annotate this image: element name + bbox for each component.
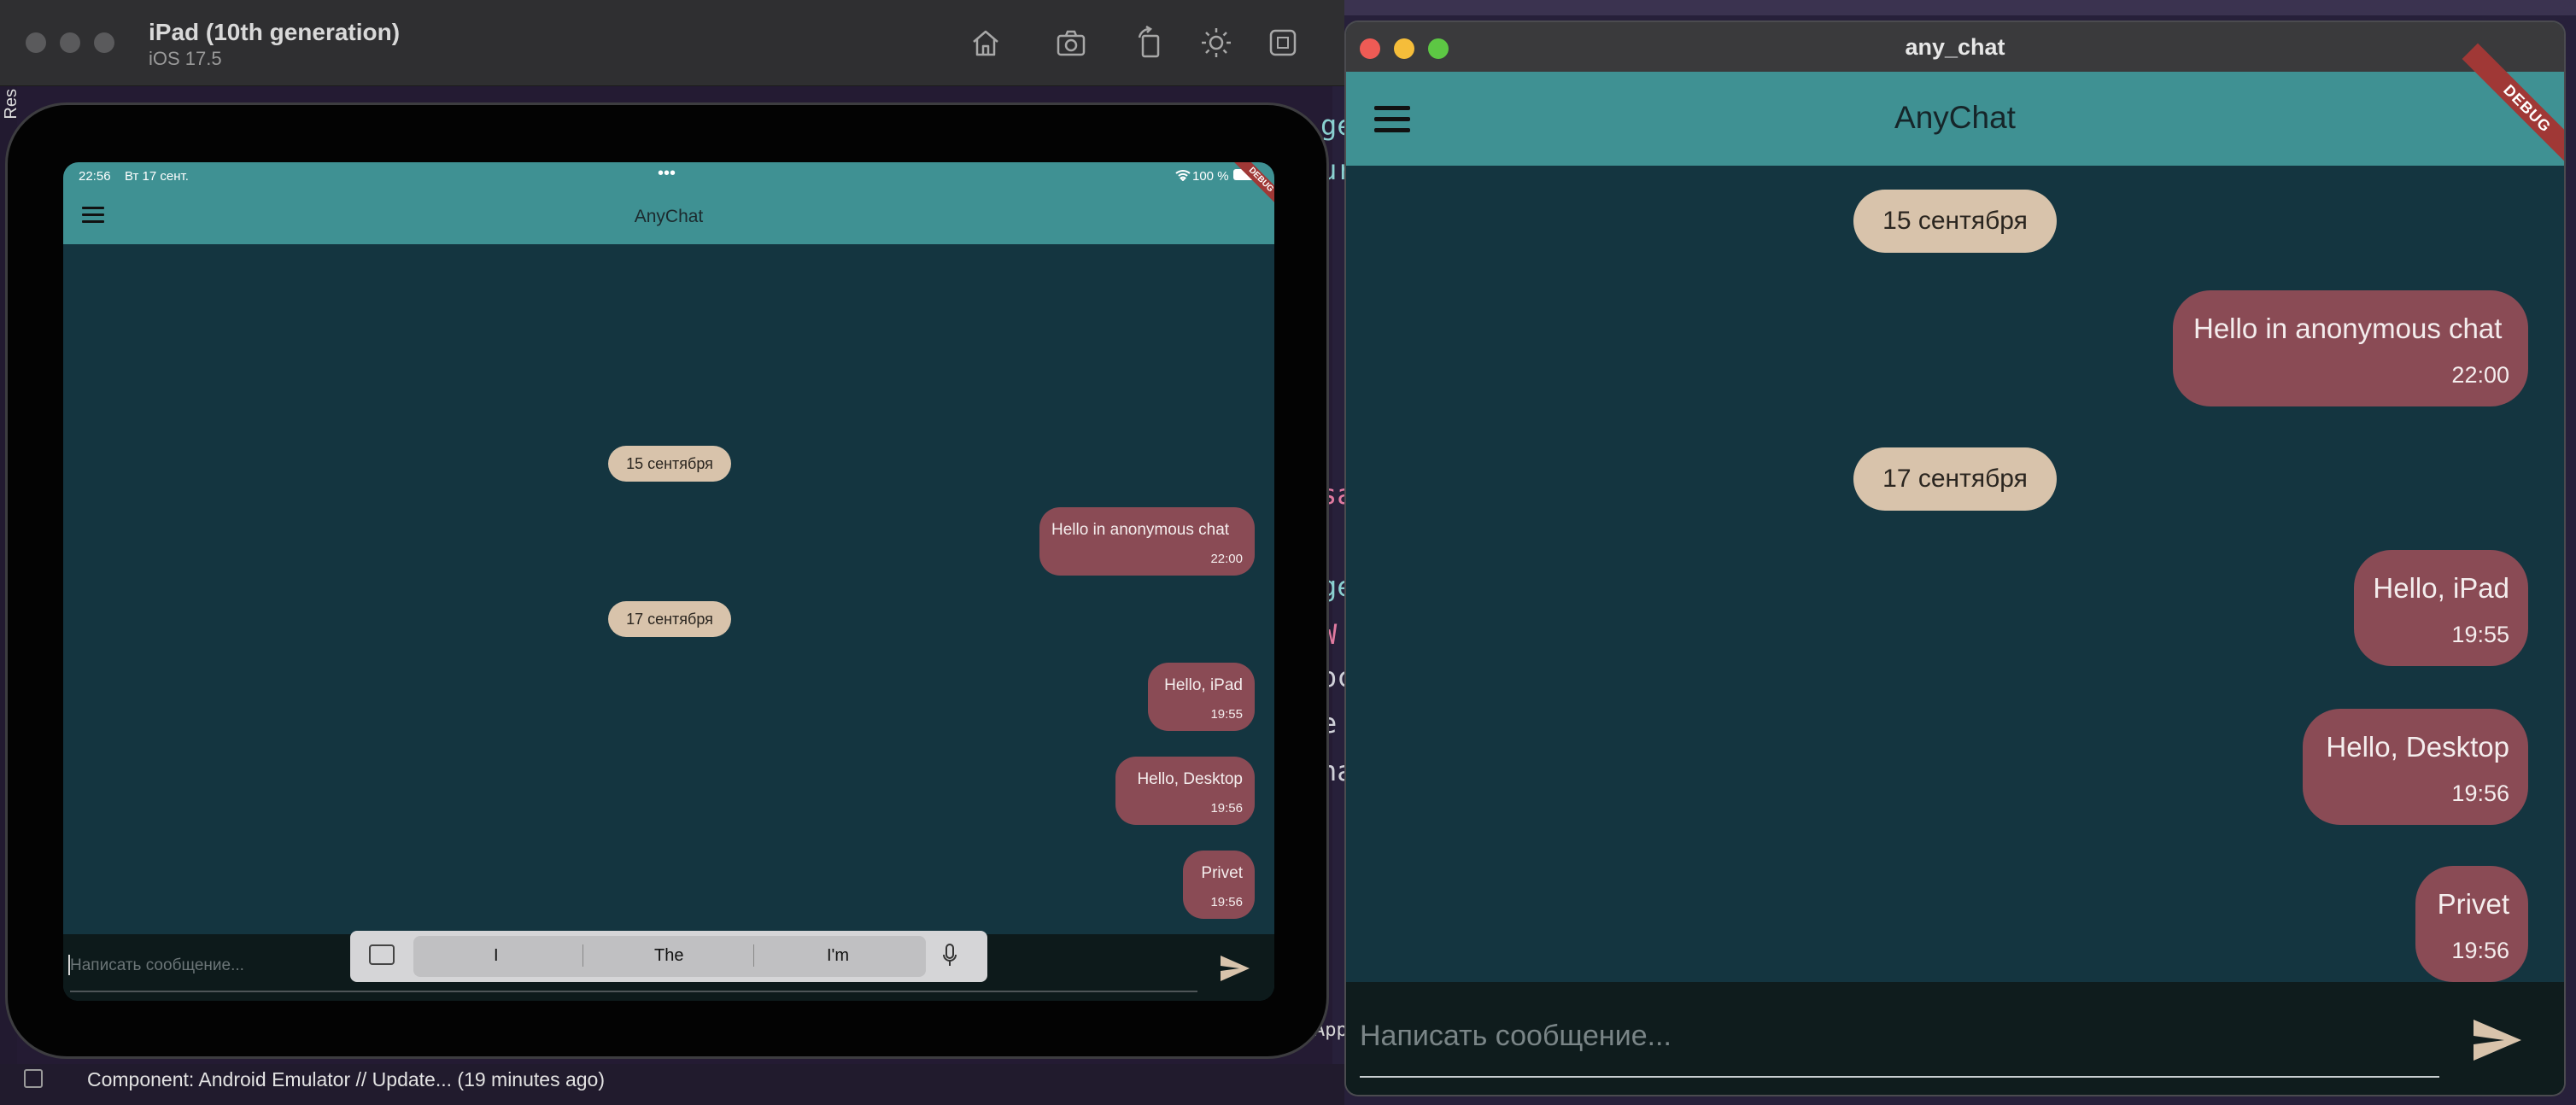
window-titlebar: any_chat	[1346, 22, 2564, 72]
input-underline	[1360, 1076, 2439, 1078]
simulator-device-name: iPad (10th generation)	[149, 19, 401, 45]
message-bubble: Hello, Desktop 19:56	[2303, 709, 2528, 825]
window-zoom-button[interactable]	[94, 32, 114, 53]
message-time: 22:00	[2451, 362, 2509, 388]
screenshot-icon[interactable]	[1054, 26, 1088, 60]
message-time: 19:55	[2451, 622, 2509, 647]
date-chip: 15 сентября	[1853, 190, 2057, 253]
rotate-icon[interactable]	[1133, 25, 1167, 60]
message-time: 19:56	[2451, 938, 2509, 963]
message-bubble: Privet 19:56	[2415, 866, 2528, 982]
battery-percent: 100 %	[1192, 169, 1229, 184]
send-icon[interactable]	[1218, 951, 1252, 985]
simulator-os-version: iOS 17.5	[149, 48, 222, 69]
date-chip: 17 сентября	[1853, 447, 2057, 511]
panel-toggle-icon[interactable]	[24, 1069, 43, 1088]
message-text: Hello, iPad	[2373, 572, 2509, 604]
keyboard-icon[interactable]	[369, 944, 395, 965]
status-date: Вт 17 сент.	[125, 169, 189, 184]
app-title: AnyChat	[1894, 100, 2016, 135]
suggestion-word[interactable]: The	[654, 946, 683, 966]
suggestion-word[interactable]: I'm	[827, 946, 849, 966]
suggestion-word[interactable]: I	[494, 946, 499, 966]
window-minimize-button[interactable]	[60, 32, 80, 53]
home-icon[interactable]	[969, 26, 1003, 60]
keyboard-shortcut-icon[interactable]	[1266, 26, 1300, 60]
microphone-icon[interactable]	[943, 943, 957, 968]
date-chip: 17 сентября	[608, 601, 731, 637]
window-title: any_chat	[1905, 34, 2005, 60]
message-bubble: Hello in anonymous chat 22:00	[2173, 290, 2528, 406]
window-close-button[interactable]	[26, 32, 46, 53]
ipad-screen: 22:56 Вт 17 сент. ••• 100 % AnyChat DEBU…	[63, 162, 1274, 1001]
message-time: 19:56	[2451, 781, 2509, 806]
appearance-icon[interactable]	[1199, 26, 1233, 60]
message-input-bar: Написать сообщение...	[1346, 982, 2564, 1095]
message-text: Hello, Desktop	[1137, 770, 1243, 788]
message-bubble: Hello, Desktop 19:56	[1115, 757, 1255, 825]
send-icon[interactable]	[2470, 1013, 2525, 1067]
message-time: 19:55	[1210, 707, 1243, 722]
message-bubble: Hello, iPad 19:55	[1148, 663, 1255, 731]
message-time: 19:56	[1210, 895, 1243, 909]
message-text: Hello, iPad	[1164, 676, 1243, 694]
wifi-icon	[1175, 169, 1191, 184]
date-chip: 15 сентября	[608, 446, 731, 482]
status-text: Component: Android Emulator // Update...…	[87, 1068, 605, 1090]
ide-top-strip	[1332, 0, 2576, 15]
multitask-dots[interactable]: •••	[658, 164, 676, 184]
ipad-app-bar: 22:56 Вт 17 сент. ••• 100 % AnyChat DEBU…	[63, 162, 1274, 244]
ide-left-label: Res	[2, 89, 20, 120]
message-input[interactable]: Написать сообщение...	[1360, 1020, 1671, 1053]
keyboard-suggestion-bar: I The I'm	[350, 931, 987, 982]
message-time: 22:00	[1210, 552, 1243, 566]
desktop-app-window: any_chat AnyChat DEBUG 15 сентября Hello…	[1346, 22, 2564, 1095]
message-text: Hello, Desktop	[2326, 731, 2509, 763]
message-input[interactable]: Написать сообщение...	[70, 956, 244, 975]
app-bar: AnyChat DEBUG	[1346, 43, 2564, 174]
simulator-toolbar: iPad (10th generation) iOS 17.5	[0, 0, 1344, 86]
message-bubble: Hello in anonymous chat 22:00	[1039, 507, 1255, 576]
message-bubble: Privet 19:56	[1183, 851, 1255, 919]
message-bubble: Hello, iPad 19:55	[2354, 550, 2528, 666]
message-text: Hello in anonymous chat	[1051, 521, 1230, 539]
message-time: 19:56	[1210, 801, 1243, 816]
suggestion-divider	[753, 944, 754, 967]
message-text: Hello in anonymous chat	[2193, 313, 2503, 344]
status-time: 22:56	[79, 169, 111, 184]
message-text: Privet	[1201, 864, 1243, 882]
app-title: AnyChat	[634, 207, 704, 226]
message-text: Privet	[2437, 888, 2509, 920]
input-underline	[70, 991, 1197, 992]
